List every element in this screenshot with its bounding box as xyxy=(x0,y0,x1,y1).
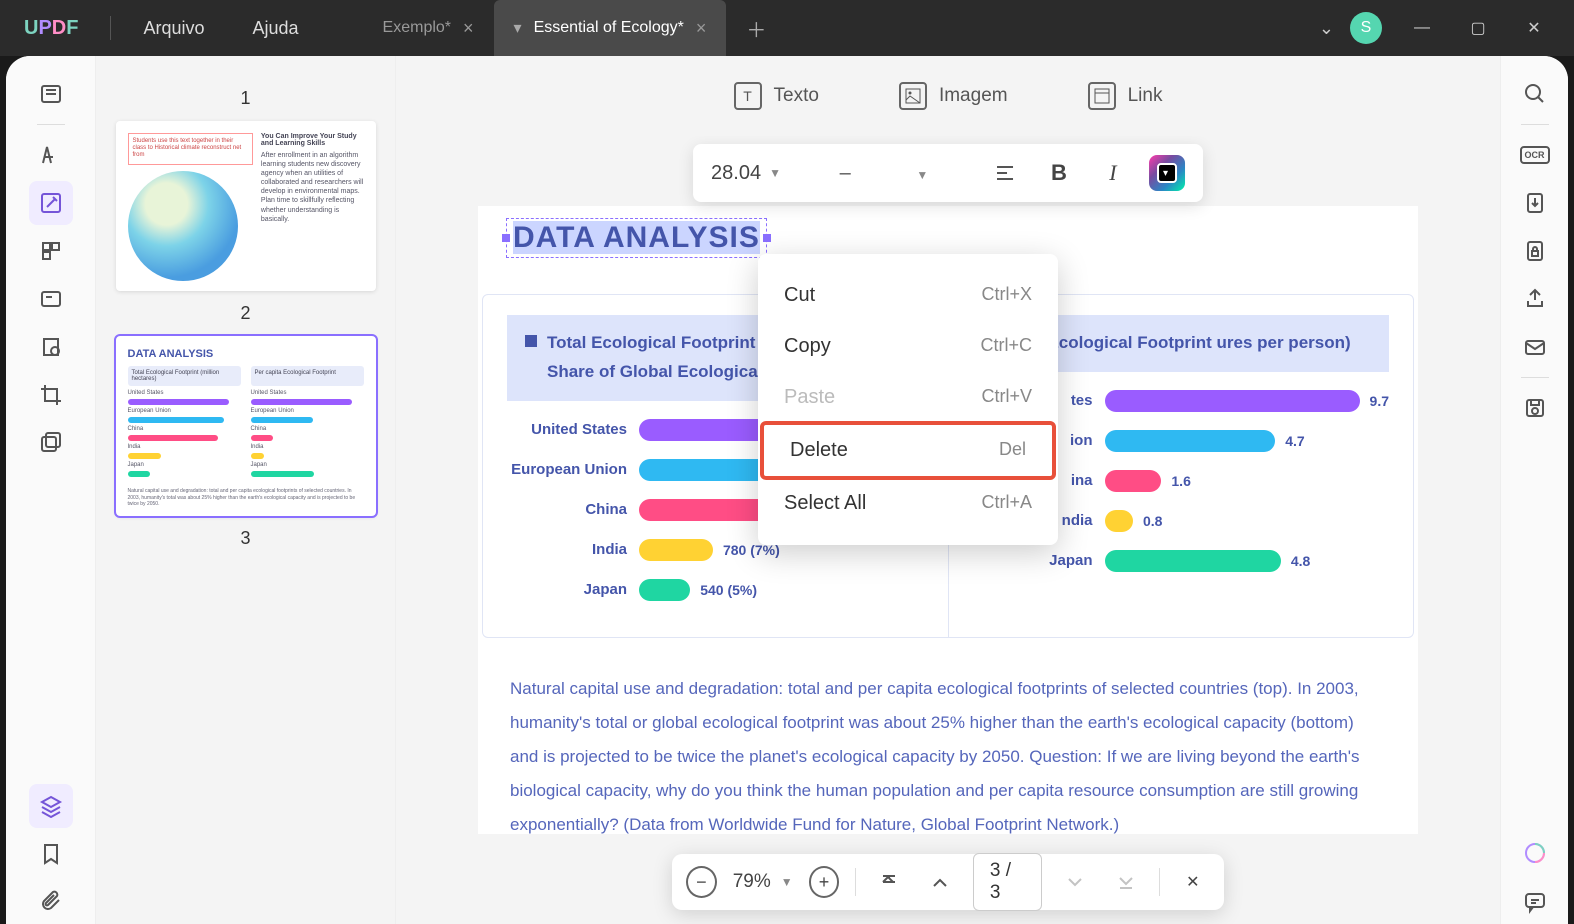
close-icon[interactable]: × xyxy=(463,18,474,39)
close-icon[interactable]: × xyxy=(696,18,707,39)
bold-button[interactable]: B xyxy=(1041,155,1077,191)
thumbnail-page-2[interactable]: DATA ANALYSIS Total Ecological Footprint… xyxy=(116,336,376,516)
zoom-toolbar: − 79%▼ + 3 / 3 ✕ xyxy=(672,854,1224,910)
menu-help[interactable]: Ajuda xyxy=(229,18,323,39)
align-button[interactable] xyxy=(987,155,1023,191)
next-page-button[interactable] xyxy=(1058,864,1092,900)
tab-active[interactable]: ▾ Essential of Ecology* × xyxy=(494,0,727,56)
italic-button[interactable]: I xyxy=(1095,155,1131,191)
zoom-in-button[interactable]: + xyxy=(809,866,840,898)
left-toolbar xyxy=(6,56,96,924)
reader-tool[interactable] xyxy=(29,72,73,116)
protect-icon[interactable] xyxy=(1513,229,1557,273)
zoom-select[interactable]: 79%▼ xyxy=(733,871,793,893)
tab-bar: Exemplo* × ▾ Essential of Ecology* × ＋ xyxy=(363,0,1319,56)
first-page-button[interactable] xyxy=(872,864,906,900)
color-picker-button[interactable]: ▾ xyxy=(1149,155,1185,191)
thumb-number: 2 xyxy=(106,303,385,324)
font-size-select[interactable]: 28.04▼ xyxy=(711,162,781,185)
text-icon: T xyxy=(734,82,762,110)
close-toolbar-button[interactable]: ✕ xyxy=(1176,864,1210,900)
zoom-out-button[interactable]: − xyxy=(686,866,717,898)
selected-text-box[interactable]: DATA ANALYSIS xyxy=(506,218,767,258)
link-edit-button[interactable]: Link xyxy=(1088,82,1163,110)
protect-tool[interactable] xyxy=(29,325,73,369)
thumbnail-page-1[interactable]: Students use this text together in their… xyxy=(116,121,376,291)
edit-tool[interactable] xyxy=(29,181,73,225)
bookmark-tool[interactable] xyxy=(29,832,73,876)
menu-file[interactable]: Arquivo xyxy=(119,18,228,39)
minimize-button[interactable]: — xyxy=(1398,8,1446,48)
font-family-select[interactable]: – ▼ xyxy=(799,162,969,185)
ctx-cut[interactable]: CutCtrl+X xyxy=(758,270,1058,321)
crop-tool[interactable] xyxy=(29,373,73,417)
batch-tool[interactable] xyxy=(29,421,73,465)
ctx-copy[interactable]: CopyCtrl+C xyxy=(758,321,1058,372)
thumb-number: 3 xyxy=(106,528,385,549)
app-logo: UPDF xyxy=(0,17,102,40)
ctx-paste[interactable]: PasteCtrl+V xyxy=(758,372,1058,423)
chat-icon[interactable] xyxy=(1513,880,1557,924)
globe-icon xyxy=(128,171,238,281)
titlebar: UPDF Arquivo Ajuda Exemplo* × ▾ Essentia… xyxy=(0,0,1574,56)
search-icon[interactable] xyxy=(1513,72,1557,116)
edit-type-toolbar: T Texto Imagem Link xyxy=(396,56,1500,136)
text-edit-button[interactable]: T Texto xyxy=(734,82,819,110)
share-icon[interactable] xyxy=(1513,277,1557,321)
close-button[interactable]: ✕ xyxy=(1510,8,1558,48)
organize-tool[interactable] xyxy=(29,229,73,273)
image-edit-button[interactable]: Imagem xyxy=(899,82,1008,110)
ctx-select-all[interactable]: Select AllCtrl+A xyxy=(758,478,1058,529)
last-page-button[interactable] xyxy=(1108,864,1142,900)
text-format-toolbar: 28.04▼ – ▼ B I ▾ xyxy=(693,144,1203,202)
link-icon xyxy=(1088,82,1116,110)
image-icon xyxy=(899,82,927,110)
add-tab-button[interactable]: ＋ xyxy=(726,14,786,43)
tab-inactive[interactable]: Exemplo* × xyxy=(363,0,494,56)
avatar[interactable]: S xyxy=(1350,12,1382,44)
save-icon[interactable] xyxy=(1513,386,1557,430)
thumb-number: 1 xyxy=(106,88,385,109)
context-menu: CutCtrl+X CopyCtrl+C PasteCtrl+V DeleteD… xyxy=(758,254,1058,545)
ai-icon[interactable] xyxy=(1513,832,1557,876)
chevron-down-icon[interactable]: ⌄ xyxy=(1319,18,1334,39)
ocr-icon[interactable]: OCR xyxy=(1513,133,1557,177)
right-toolbar: OCR xyxy=(1500,56,1568,924)
comment-tool[interactable] xyxy=(29,133,73,177)
prev-page-button[interactable] xyxy=(923,864,957,900)
form-tool[interactable] xyxy=(29,277,73,321)
main-area: T Texto Imagem Link 28.04▼ – ▼ B I ▾ xyxy=(396,56,1500,924)
attachment-tool[interactable] xyxy=(29,880,73,924)
separator xyxy=(110,16,111,40)
caption-text: Natural capital use and degradation: tot… xyxy=(482,672,1414,842)
convert-icon[interactable] xyxy=(1513,181,1557,225)
tab-label: Essential of Ecology* xyxy=(534,19,684,37)
pdf-page: DATA ANALYSIS CutCtrl+X CopyCtrl+C Paste… xyxy=(478,206,1418,834)
email-icon[interactable] xyxy=(1513,325,1557,369)
layers-tool[interactable] xyxy=(29,784,73,828)
page-input[interactable]: 3 / 3 xyxy=(973,853,1042,911)
chevron-down-icon[interactable]: ▾ xyxy=(514,18,522,38)
maximize-button[interactable]: ▢ xyxy=(1454,8,1502,48)
tab-label: Exemplo* xyxy=(383,19,451,37)
thumbnail-panel: 1 Students use this text together in the… xyxy=(96,56,396,924)
ctx-delete[interactable]: DeleteDel xyxy=(760,421,1056,480)
